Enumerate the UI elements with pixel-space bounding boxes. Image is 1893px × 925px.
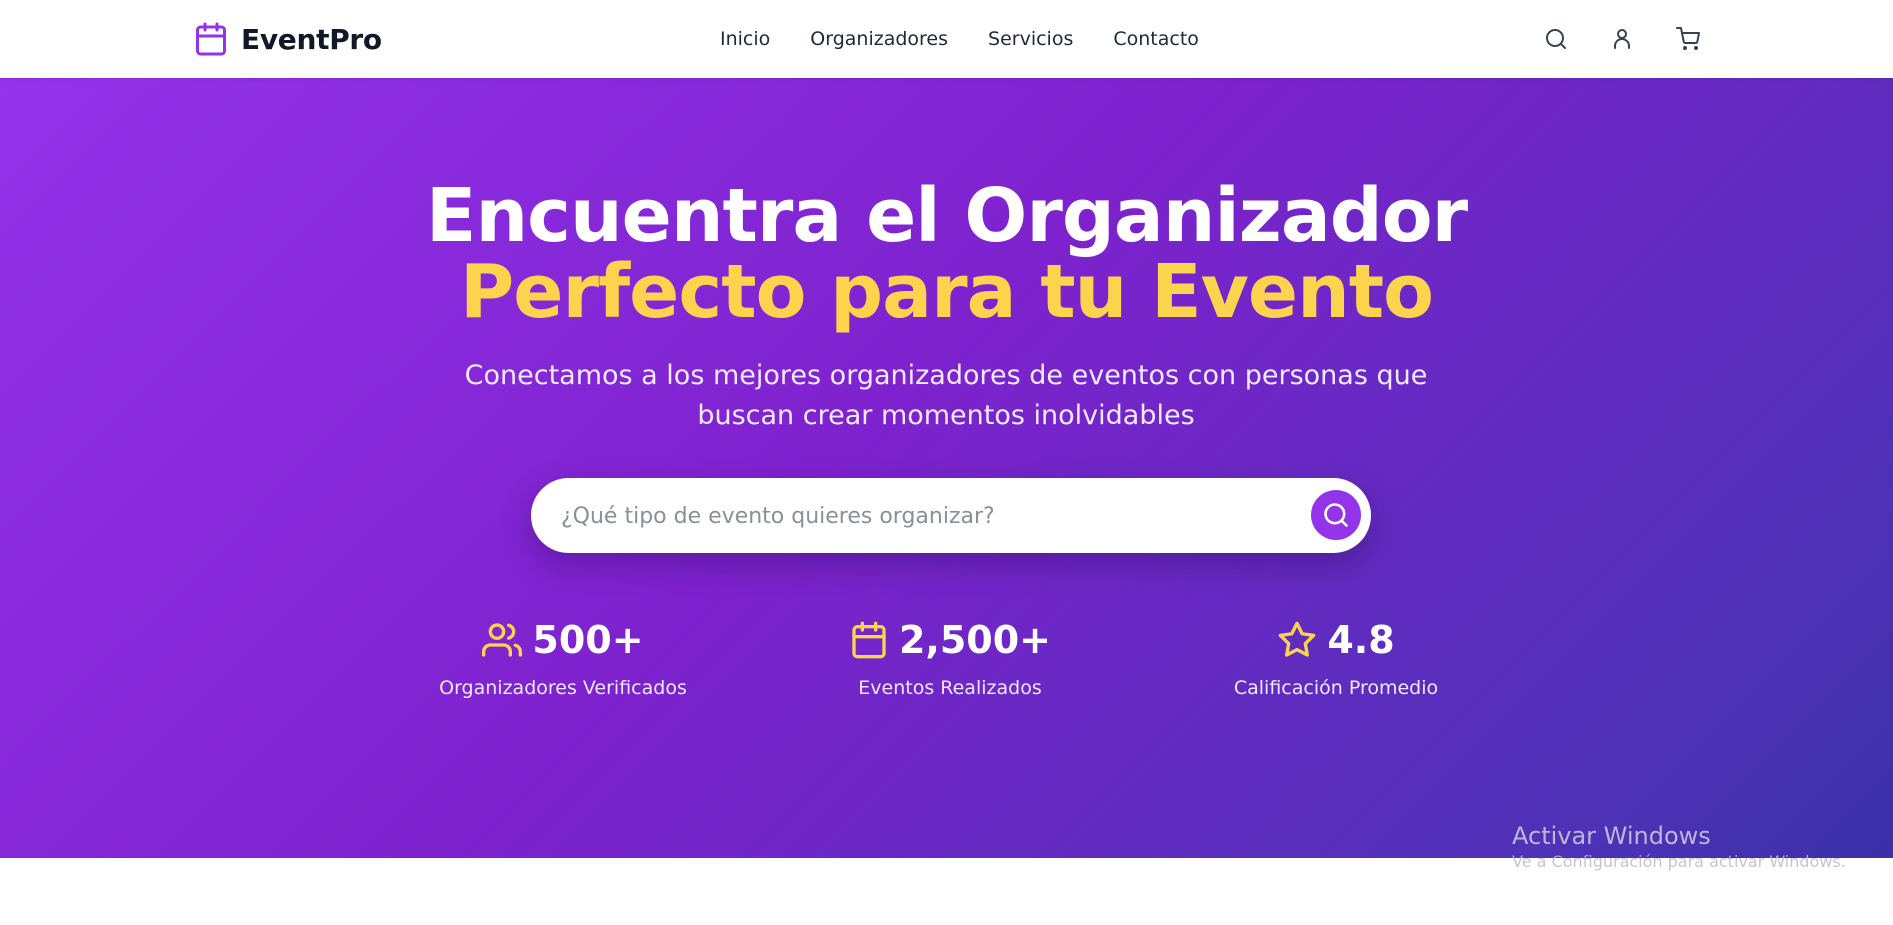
stat-value-row: 2,500+ — [770, 613, 1130, 667]
stat-rating: 4.8 Calificación Promedio — [1156, 613, 1516, 699]
calendar-icon — [852, 621, 886, 659]
brand-name: EventPro — [241, 22, 382, 56]
stat-value-row: 500+ — [383, 613, 743, 667]
windows-activation-watermark: Activar Windows Ve a Configuración para … — [1512, 822, 1846, 871]
nav-link-contacto[interactable]: Contacto — [1113, 28, 1199, 50]
watermark-subtitle: Ve a Configuración para activar Windows. — [1512, 852, 1846, 871]
search-submit-button[interactable] — [1311, 490, 1361, 540]
search-icon — [1546, 29, 1566, 49]
stat-label: Eventos Realizados — [858, 677, 1042, 699]
hero-headline: Encuentra el Organizador Perfecto para t… — [0, 178, 1893, 330]
stat-events: 2,500+ Eventos Realizados — [770, 613, 1130, 699]
header-actions — [1542, 22, 1702, 56]
nav-link-servicios[interactable]: Servicios — [988, 28, 1073, 50]
brand-logo[interactable]: EventPro — [193, 19, 382, 59]
cart-button[interactable] — [1674, 22, 1702, 56]
headline-line-2: Perfecto para tu Evento — [460, 249, 1434, 335]
search-button[interactable] — [1542, 22, 1570, 56]
hero-subtitle: Conectamos a los mejores organizadores d… — [464, 360, 1428, 431]
cart-icon — [1676, 27, 1700, 50]
stat-value-row: 4.8 — [1156, 613, 1516, 667]
stat-organizers: 500+ Organizadores Verificados — [383, 613, 743, 699]
nav-link-inicio[interactable]: Inicio — [720, 28, 770, 50]
watermark-title: Activar Windows — [1512, 822, 1711, 850]
site-header: EventPro Inicio Organizadores Servicios … — [0, 0, 1893, 78]
account-button[interactable] — [1608, 22, 1636, 56]
event-search-input[interactable] — [559, 478, 1263, 555]
stat-value: 500+ — [532, 618, 644, 662]
calendar-icon — [196, 22, 226, 56]
user-icon — [1614, 29, 1630, 49]
hero-section: Encuentra el Organizador Perfecto para t… — [0, 78, 1893, 858]
nav-link-organizadores[interactable]: Organizadores — [810, 28, 948, 50]
headline-line-1: Encuentra el Organizador — [425, 173, 1468, 259]
users-icon — [482, 623, 523, 657]
stat-value: 4.8 — [1327, 618, 1395, 662]
stat-value: 2,500+ — [898, 618, 1052, 662]
stat-label: Organizadores Verificados — [439, 677, 687, 699]
main-nav: Inicio Organizadores Servicios Contacto — [720, 24, 1199, 54]
search-icon — [1324, 503, 1348, 527]
stat-label: Calificación Promedio — [1233, 677, 1439, 699]
event-search-bar — [531, 478, 1371, 555]
star-icon — [1278, 621, 1316, 657]
